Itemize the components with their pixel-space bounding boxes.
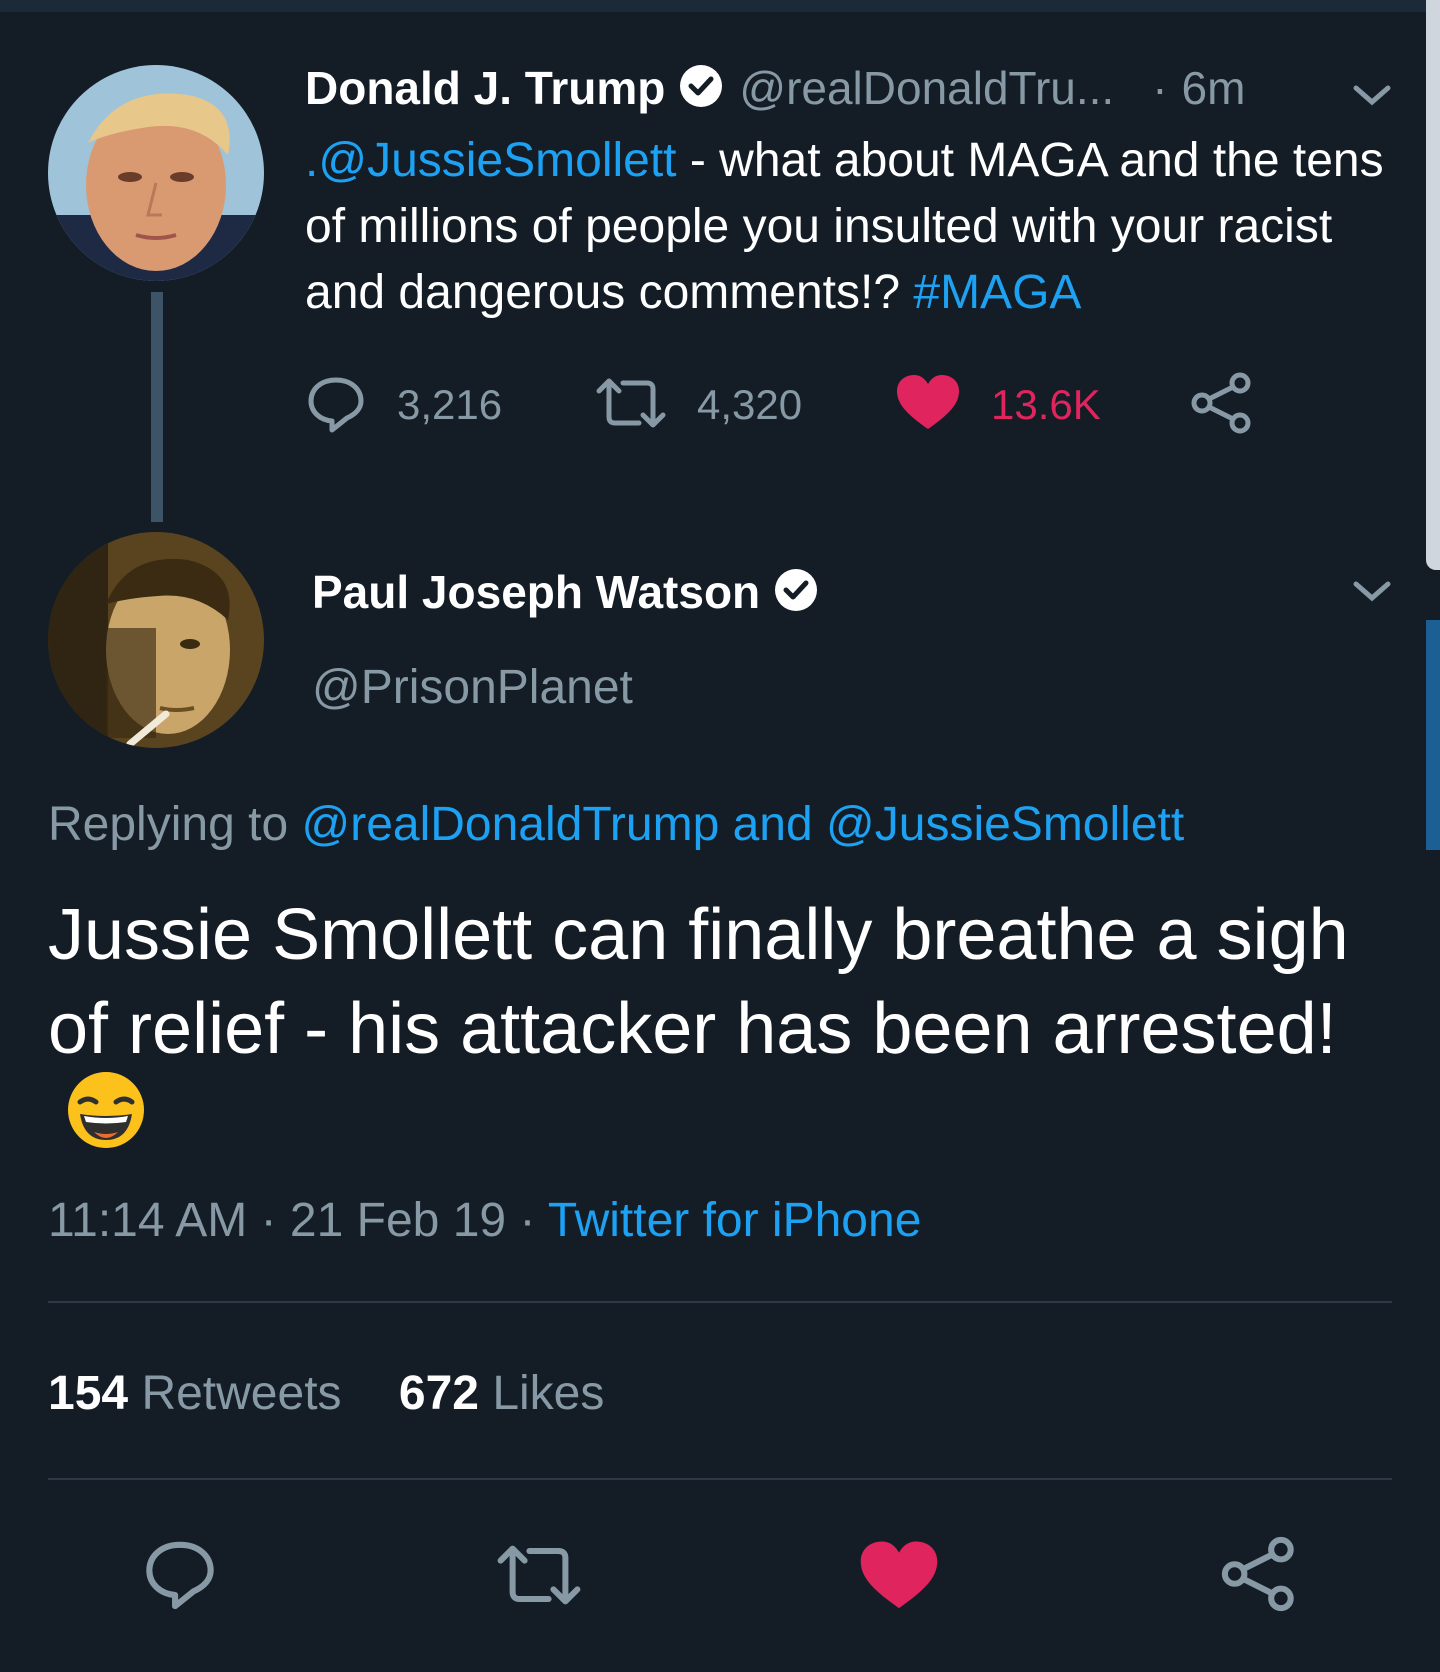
likes-stat[interactable]: 672 Likes	[399, 1367, 605, 1420]
replying-to: Replying to @realDonaldTrump and @Jussie…	[48, 797, 1184, 852]
replying-prefix: Replying to	[48, 798, 302, 851]
tweet1-header: Donald J. Trump @realDonaldTru... · 6m	[305, 58, 1245, 118]
replying-targets-link[interactable]: @realDonaldTrump and @JussieSmollett	[301, 798, 1184, 851]
hashtag-link[interactable]: #MAGA	[913, 266, 1081, 319]
tweet2-meta: 11:14 AM · 21 Feb 19 · Twitter for iPhon…	[48, 1193, 921, 1248]
tweet2-text-body: Jussie Smollett can finally breathe a si…	[48, 895, 1349, 1069]
tweet2-time: 11:14 AM	[48, 1194, 248, 1247]
share-icon	[1220, 1536, 1298, 1617]
tweet1-actions: 3,216 4,320 13.6K	[305, 370, 1305, 440]
retweet-icon	[595, 373, 667, 438]
share-button[interactable]	[1220, 1535, 1298, 1618]
retweet-count: 154	[48, 1367, 129, 1420]
reply-icon	[305, 372, 367, 439]
scrollbar-thumb[interactable]	[1426, 0, 1440, 570]
like-count: 13.6K	[991, 381, 1101, 428]
tweet2-date: 21 Feb 19	[289, 1194, 507, 1247]
chevron-down-icon[interactable]	[1350, 576, 1394, 611]
top-bar	[0, 0, 1440, 12]
mention-link[interactable]: .@JussieSmollett	[305, 134, 677, 187]
reply-button[interactable]	[142, 1535, 218, 1616]
tweet1-text: .@JussieSmollett - what about MAGA and t…	[305, 128, 1395, 326]
engagement-stats: 154 Retweets 672 Likes	[48, 1366, 604, 1421]
meta-separator: ·	[519, 1194, 536, 1247]
reply-count: 3,216	[397, 381, 503, 428]
tweet2-source-link[interactable]: Twitter for iPhone	[548, 1194, 922, 1247]
heart-icon	[895, 373, 961, 438]
tweet2-header: Paul Joseph Watson	[312, 565, 818, 619]
like-count: 672	[398, 1367, 479, 1420]
thread-connector	[151, 292, 163, 522]
heart-icon	[858, 1541, 940, 1617]
scroll-position-indicator	[1426, 620, 1440, 850]
tweet1-author-handle[interactable]: @realDonaldTru...	[739, 61, 1114, 115]
like-label: Likes	[492, 1367, 605, 1420]
tweet2-author-handle[interactable]: @PrisonPlanet	[312, 660, 633, 715]
tweet2-author-name[interactable]: Paul Joseph Watson	[312, 565, 760, 619]
verified-badge-icon	[679, 64, 723, 113]
divider	[48, 1478, 1392, 1480]
retweet-button[interactable]	[495, 1539, 583, 1616]
reply-icon	[142, 1541, 218, 1615]
tweet1-author-name[interactable]: Donald J. Trump	[305, 61, 665, 115]
chevron-down-icon[interactable]	[1350, 80, 1394, 115]
tweet1-timestamp[interactable]: 6m	[1182, 61, 1246, 115]
verified-badge-icon	[774, 568, 818, 617]
tweet1-separator: ·	[1152, 62, 1168, 114]
retweet-button[interactable]: 4,320	[595, 370, 802, 440]
divider	[48, 1301, 1392, 1303]
avatar-watson[interactable]	[48, 532, 264, 748]
tweet2-actions	[0, 1535, 1440, 1615]
share-icon	[1190, 371, 1254, 440]
retweets-stat[interactable]: 154 Retweets	[48, 1367, 342, 1420]
like-button[interactable]	[858, 1539, 940, 1618]
reply-button[interactable]: 3,216	[305, 370, 502, 440]
tweet2-text: Jussie Smollett can finally breathe a si…	[48, 888, 1368, 1179]
share-button[interactable]	[1190, 370, 1254, 440]
like-button[interactable]: 13.6K	[895, 370, 1101, 440]
retweet-label: Retweets	[141, 1367, 342, 1420]
avatar-trump[interactable]	[48, 65, 264, 281]
retweet-count: 4,320	[697, 381, 803, 428]
grinning-emoji-icon	[66, 1070, 146, 1173]
retweet-icon	[495, 1545, 583, 1615]
meta-separator: ·	[260, 1194, 277, 1247]
